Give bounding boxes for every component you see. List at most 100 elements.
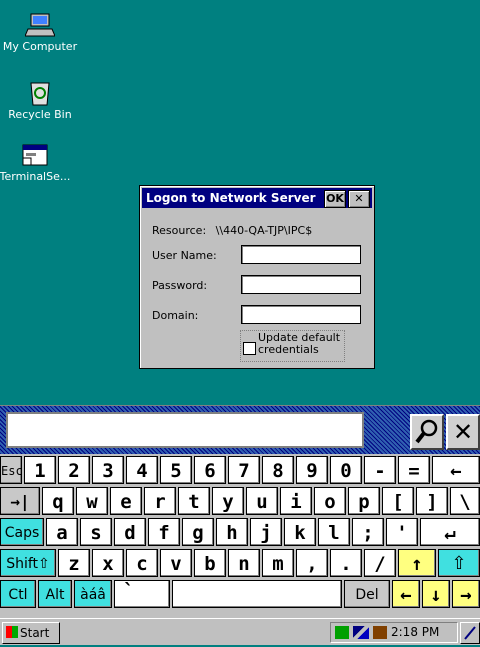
key[interactable]: [ bbox=[382, 487, 414, 515]
key[interactable]: 9 bbox=[296, 456, 328, 484]
key[interactable]: - bbox=[364, 456, 396, 484]
domain-label: Domain: bbox=[152, 309, 199, 322]
keyboard-text-field[interactable] bbox=[6, 412, 364, 448]
ok-button[interactable]: OK bbox=[324, 190, 346, 208]
key-caps[interactable]: Caps bbox=[0, 518, 44, 546]
taskbar: Start 2:18 PM bbox=[0, 618, 480, 645]
key[interactable]: 3 bbox=[92, 456, 124, 484]
key[interactable]: 5 bbox=[160, 456, 192, 484]
keyboard-close-button[interactable]: ✕ bbox=[446, 414, 480, 450]
key[interactable]: ' bbox=[386, 518, 418, 546]
key[interactable]: 8 bbox=[262, 456, 294, 484]
key[interactable]: p bbox=[348, 487, 380, 515]
key-esc[interactable]: Esc bbox=[0, 456, 23, 484]
key[interactable]: 6 bbox=[194, 456, 226, 484]
key-enter[interactable]: ↵ bbox=[420, 518, 480, 546]
update-credentials-checkbox[interactable] bbox=[243, 342, 256, 355]
search-button[interactable] bbox=[410, 414, 444, 450]
show-desktop-button[interactable] bbox=[460, 622, 480, 644]
terminal-services-icon bbox=[20, 142, 50, 168]
update-credentials-label[interactable]: Update default credentials bbox=[258, 332, 342, 356]
key[interactable]: . bbox=[330, 549, 362, 577]
key[interactable]: w bbox=[76, 487, 108, 515]
search-icon bbox=[415, 419, 438, 444]
show-desktop-icon bbox=[464, 626, 476, 640]
logon-dialog: Logon to Network Server OK ✕ Resource: \… bbox=[139, 185, 375, 369]
key-space[interactable] bbox=[172, 580, 342, 608]
key[interactable]: u bbox=[246, 487, 278, 515]
desktop-icon-my-computer[interactable]: My Computer bbox=[0, 12, 80, 53]
key[interactable]: j bbox=[250, 518, 282, 546]
key[interactable]: ] bbox=[416, 487, 448, 515]
soft-keyboard: ✕ Esc 1 2 3 4 5 6 7 8 9 0 - = ← →| q w e… bbox=[0, 405, 480, 619]
close-button[interactable]: ✕ bbox=[348, 190, 370, 208]
key[interactable]: 4 bbox=[126, 456, 158, 484]
key[interactable]: 7 bbox=[228, 456, 260, 484]
start-button[interactable]: Start bbox=[2, 622, 60, 644]
key[interactable]: 0 bbox=[330, 456, 362, 484]
key-arrow-down[interactable]: ↓ bbox=[422, 580, 450, 608]
key[interactable]: y bbox=[212, 487, 244, 515]
start-label: Start bbox=[20, 626, 50, 640]
key[interactable]: , bbox=[296, 549, 328, 577]
key[interactable]: / bbox=[364, 549, 396, 577]
desktop-icon-label: TerminalSe... bbox=[0, 170, 71, 183]
key[interactable]: q bbox=[42, 487, 74, 515]
key[interactable]: d bbox=[114, 518, 146, 546]
clock[interactable]: 2:18 PM bbox=[391, 625, 439, 639]
resource-value: \\440-QA-TJP\IPC$ bbox=[215, 224, 313, 237]
desktop-icon-recycle-bin[interactable]: Recycle Bin bbox=[0, 80, 80, 121]
key[interactable]: = bbox=[398, 456, 430, 484]
key[interactable]: s bbox=[80, 518, 112, 546]
key-shift[interactable]: Shift⇧ bbox=[0, 549, 56, 577]
key[interactable]: 2 bbox=[58, 456, 90, 484]
tool-icon[interactable] bbox=[353, 626, 369, 639]
key[interactable]: a bbox=[46, 518, 78, 546]
recycle-bin-icon bbox=[25, 80, 55, 106]
key-ctrl[interactable]: Ctl bbox=[0, 580, 36, 608]
key-alt[interactable]: Alt bbox=[38, 580, 72, 608]
key[interactable]: v bbox=[160, 549, 192, 577]
key[interactable]: i bbox=[280, 487, 312, 515]
domain-field[interactable] bbox=[241, 305, 361, 324]
key[interactable]: t bbox=[178, 487, 210, 515]
key[interactable]: 1 bbox=[24, 456, 56, 484]
windows-logo-icon bbox=[6, 626, 18, 638]
key[interactable]: o bbox=[314, 487, 346, 515]
key[interactable]: k bbox=[284, 518, 316, 546]
key-arrow-right[interactable]: → bbox=[452, 580, 480, 608]
desktop-icon-terminal-services[interactable]: TerminalSe... bbox=[0, 142, 75, 183]
key[interactable]: ` bbox=[114, 580, 170, 608]
key[interactable]: \ bbox=[450, 487, 480, 515]
key[interactable]: ; bbox=[352, 518, 384, 546]
network-icon[interactable] bbox=[335, 626, 349, 639]
key[interactable]: h bbox=[216, 518, 248, 546]
key-backspace[interactable]: ← bbox=[432, 456, 480, 484]
key[interactable]: m bbox=[262, 549, 294, 577]
key-arrow-left[interactable]: ← bbox=[392, 580, 420, 608]
resource-row: Resource: \\440-QA-TJP\IPC$ bbox=[152, 224, 312, 237]
key[interactable]: f bbox=[148, 518, 180, 546]
key-delete[interactable]: Del bbox=[344, 580, 390, 608]
dialog-title: Logon to Network Server bbox=[146, 191, 316, 205]
resource-label: Resource: bbox=[152, 224, 207, 237]
key[interactable]: r bbox=[144, 487, 176, 515]
key[interactable]: z bbox=[58, 549, 90, 577]
key[interactable]: b bbox=[194, 549, 226, 577]
key[interactable]: c bbox=[126, 549, 158, 577]
user-name-field[interactable] bbox=[241, 245, 361, 264]
key[interactable]: x bbox=[92, 549, 124, 577]
keyboard-icon[interactable] bbox=[373, 626, 387, 639]
key-tab[interactable]: →| bbox=[0, 487, 40, 515]
password-field[interactable] bbox=[241, 275, 361, 294]
key-arrow-up[interactable]: ↑ bbox=[398, 549, 436, 577]
key[interactable]: g bbox=[182, 518, 214, 546]
key-shift-right[interactable]: ⇧ bbox=[438, 549, 480, 577]
user-name-label: User Name: bbox=[152, 249, 217, 262]
key[interactable]: e bbox=[110, 487, 142, 515]
password-label: Password: bbox=[152, 279, 208, 292]
key[interactable]: l bbox=[318, 518, 350, 546]
computer-icon bbox=[24, 12, 56, 38]
key[interactable]: n bbox=[228, 549, 260, 577]
key-accents[interactable]: àáâ bbox=[74, 580, 112, 608]
